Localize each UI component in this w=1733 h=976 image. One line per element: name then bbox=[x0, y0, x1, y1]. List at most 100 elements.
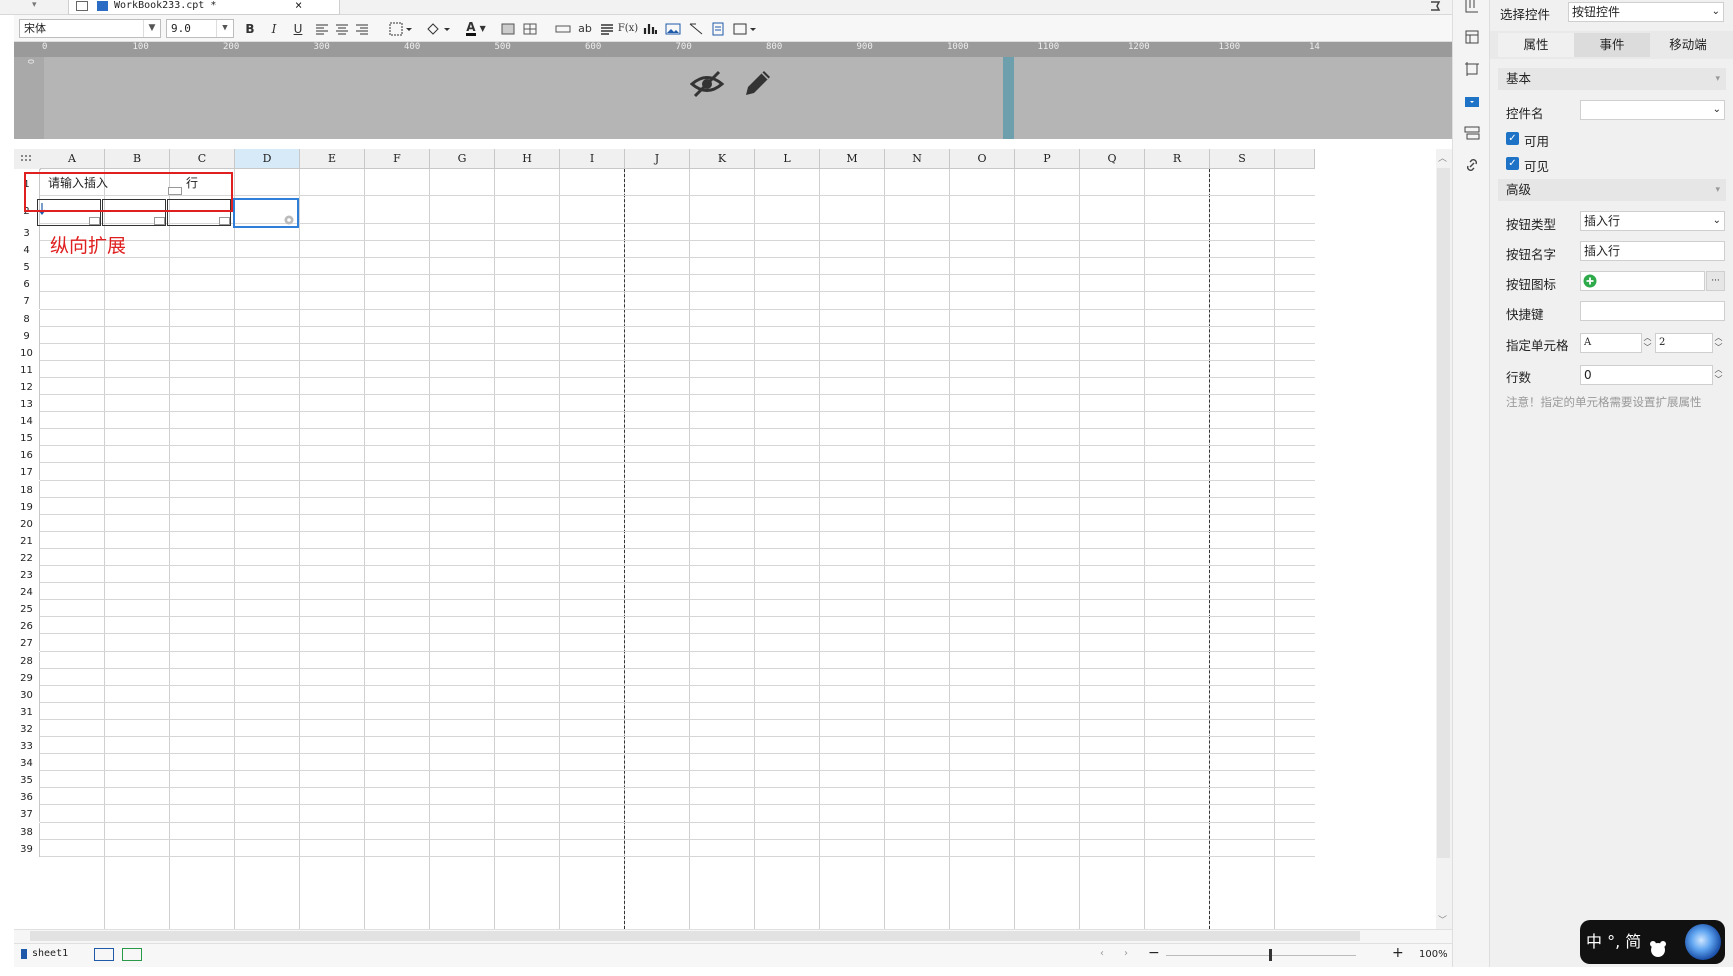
collapse-icon[interactable]: ▾ bbox=[1715, 179, 1720, 201]
gear-icon[interactable] bbox=[283, 214, 295, 226]
scroll-up-icon[interactable]: ︿ bbox=[1438, 151, 1447, 164]
row-header-27[interactable]: 27 bbox=[14, 634, 40, 652]
row-header-22[interactable]: 22 bbox=[14, 548, 40, 566]
chevron-down-icon[interactable]: ⌄ bbox=[1713, 212, 1721, 230]
column-header-a[interactable]: A bbox=[40, 149, 105, 169]
column-header-f[interactable]: F bbox=[365, 149, 430, 169]
column-header-e[interactable]: E bbox=[300, 149, 365, 169]
rows-count-stepper[interactable]: ︿ ﹀ bbox=[1713, 365, 1724, 385]
align-right-icon[interactable] bbox=[354, 19, 370, 38]
split-cells-icon[interactable] bbox=[522, 19, 538, 38]
tab-events[interactable]: 事件 bbox=[1574, 33, 1650, 57]
column-header-n[interactable]: N bbox=[885, 149, 950, 169]
row-header-15[interactable]: 15 bbox=[14, 429, 40, 447]
scroll-down-icon[interactable]: ﹀ bbox=[1438, 913, 1447, 926]
column-header-i[interactable]: I bbox=[560, 149, 625, 169]
row-header-35[interactable]: 35 bbox=[14, 771, 40, 789]
column-header-h[interactable]: H bbox=[495, 149, 560, 169]
row-header-30[interactable]: 30 bbox=[14, 685, 40, 703]
row-header-25[interactable]: 25 bbox=[14, 600, 40, 618]
row-header-23[interactable]: 23 bbox=[14, 566, 40, 584]
parameter-panel-area[interactable] bbox=[44, 57, 1452, 139]
row-header-19[interactable]: 19 bbox=[14, 497, 40, 515]
close-tab-icon[interactable]: × bbox=[295, 0, 302, 11]
collapse-icon[interactable]: ▾ bbox=[1715, 68, 1720, 90]
slash-line-icon[interactable] bbox=[688, 19, 704, 38]
target-row-input[interactable]: 2 bbox=[1655, 333, 1713, 353]
chevron-down-icon[interactable]: ▼ bbox=[216, 20, 233, 37]
add-poly-sheet-icon[interactable] bbox=[122, 948, 142, 961]
text-icon[interactable]: ab bbox=[576, 19, 594, 38]
select-all-corner[interactable] bbox=[14, 149, 41, 170]
condition-attributes-icon[interactable] bbox=[1462, 123, 1482, 143]
row-header-5[interactable]: 5 bbox=[14, 258, 40, 276]
font-size-select[interactable]: 9.0 ▼ bbox=[166, 19, 234, 38]
column-header-o[interactable]: O bbox=[950, 149, 1015, 169]
browse-icon-button[interactable]: ··· bbox=[1706, 271, 1725, 291]
text-field-icon[interactable] bbox=[554, 19, 572, 38]
row-header-28[interactable]: 28 bbox=[14, 651, 40, 669]
row-header-37[interactable]: 37 bbox=[14, 805, 40, 823]
widget-settings-icon[interactable] bbox=[1462, 92, 1482, 112]
prev-sheet-icon[interactable]: ‹ bbox=[1100, 948, 1104, 959]
add-sheet-icon[interactable] bbox=[94, 948, 114, 961]
row-header-9[interactable]: 9 bbox=[14, 326, 40, 344]
next-sheet-icon[interactable]: › bbox=[1124, 948, 1128, 959]
basic-section-header[interactable]: 基本 ▾ bbox=[1498, 68, 1726, 90]
cell-element-icon[interactable] bbox=[1462, 27, 1482, 47]
bold-button[interactable]: B bbox=[242, 19, 258, 38]
shortcut-input[interactable] bbox=[1580, 301, 1725, 321]
document-tab[interactable]: WorkBook233.cpt * × bbox=[68, 0, 340, 15]
spreadsheet-grid[interactable]: ABCDEFGHIJKLMNOPQRS 1 2 3 4 5 6 7 8 9 10 11 12 13 14 1… bbox=[14, 149, 1452, 929]
chevron-down-icon[interactable]: ▼ bbox=[143, 20, 160, 37]
edit-pencil-icon[interactable] bbox=[742, 67, 774, 99]
row-header-39[interactable]: 39 bbox=[14, 839, 40, 857]
tab-attributes[interactable]: 属性 bbox=[1498, 33, 1574, 57]
align-center-icon[interactable] bbox=[334, 19, 350, 38]
ime-status-widget[interactable]: 中 °, 简 bbox=[1580, 920, 1725, 964]
paragraph-icon[interactable] bbox=[598, 19, 616, 38]
tab-mobile[interactable]: 移动端 bbox=[1650, 33, 1726, 57]
row-header-10[interactable]: 10 bbox=[14, 343, 40, 361]
hide-eye-icon[interactable] bbox=[689, 69, 725, 99]
image-icon[interactable] bbox=[664, 19, 682, 38]
row-header-3[interactable]: 3 bbox=[14, 224, 40, 242]
row-header-34[interactable]: 34 bbox=[14, 754, 40, 772]
chevron-down-icon[interactable]: ⌄ bbox=[1712, 3, 1720, 21]
column-header-g[interactable]: G bbox=[430, 149, 495, 169]
button-name-input[interactable]: 插入行 bbox=[1580, 241, 1725, 261]
float-element-icon[interactable] bbox=[1462, 59, 1482, 79]
rows-count-input[interactable]: 0 bbox=[1580, 365, 1713, 385]
horizontal-scroll-thumb[interactable] bbox=[30, 931, 1360, 941]
subreport-icon[interactable] bbox=[710, 19, 726, 38]
column-header-c[interactable]: C bbox=[170, 149, 235, 169]
advanced-section-header[interactable]: 高级 ▾ bbox=[1498, 179, 1726, 201]
chevron-down-icon[interactable]: ⌄ bbox=[1713, 101, 1721, 119]
font-family-select[interactable]: 宋体 ▼ bbox=[19, 19, 161, 38]
enabled-checkbox[interactable]: ✓ bbox=[1506, 132, 1519, 145]
border-icon[interactable] bbox=[388, 19, 414, 38]
align-left-icon[interactable] bbox=[314, 19, 330, 38]
row-header-16[interactable]: 16 bbox=[14, 446, 40, 464]
cell-properties-icon[interactable] bbox=[1462, 0, 1482, 16]
row-header-11[interactable]: 11 bbox=[14, 360, 40, 378]
row-header-33[interactable]: 33 bbox=[14, 737, 40, 755]
column-header-j[interactable]: J bbox=[625, 149, 690, 169]
row-header-36[interactable]: 36 bbox=[14, 788, 40, 806]
column-header-m[interactable]: M bbox=[820, 149, 885, 169]
row-header-13[interactable]: 13 bbox=[14, 395, 40, 413]
column-header-q[interactable]: Q bbox=[1080, 149, 1145, 169]
row-header-6[interactable]: 6 bbox=[14, 275, 40, 293]
row-header-7[interactable]: 7 bbox=[14, 292, 40, 310]
column-header-d[interactable]: D bbox=[235, 149, 300, 169]
zoom-slider-handle[interactable] bbox=[1269, 949, 1272, 961]
column-header-l[interactable]: L bbox=[755, 149, 820, 169]
column-header-r[interactable]: R bbox=[1145, 149, 1210, 169]
row-header-29[interactable]: 29 bbox=[14, 668, 40, 686]
pin-icon[interactable] bbox=[1428, 0, 1442, 12]
target-row-stepper[interactable]: ︿ ﹀ bbox=[1713, 333, 1724, 353]
fill-color-icon[interactable] bbox=[424, 19, 452, 38]
row-header-31[interactable]: 31 bbox=[14, 702, 40, 720]
column-header-b[interactable]: B bbox=[105, 149, 170, 169]
row-header-32[interactable]: 32 bbox=[14, 719, 40, 737]
